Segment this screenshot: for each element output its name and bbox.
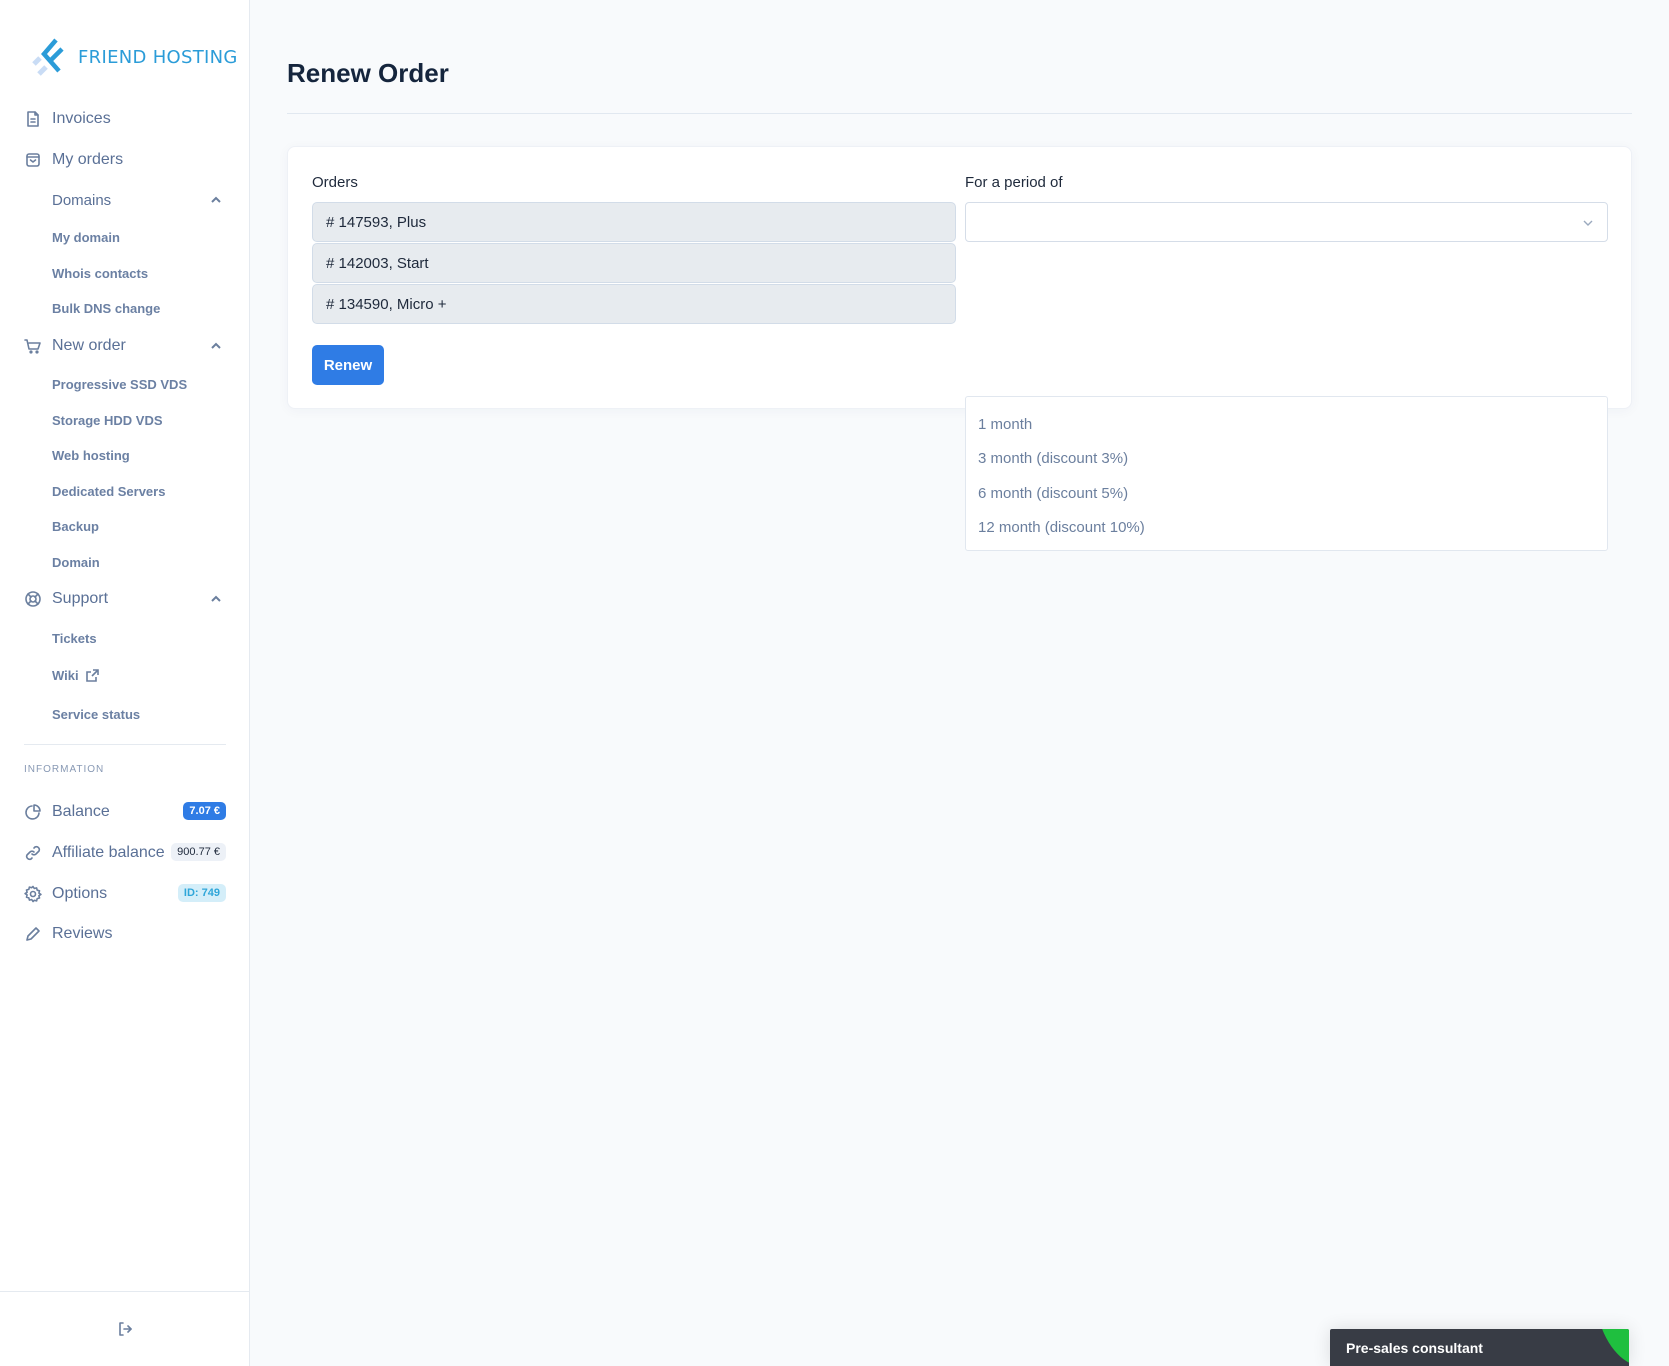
sidebar-item-label: Balance xyxy=(52,803,110,820)
chat-widget[interactable]: Pre-sales consultant xyxy=(1330,1329,1629,1366)
chevron-up-icon[interactable] xyxy=(210,592,222,604)
sidebar-footer xyxy=(0,1291,249,1366)
sidebar-item-bulk-dns-change[interactable]: Bulk DNS change xyxy=(52,294,226,322)
sidebar-item-tickets[interactable]: Tickets xyxy=(52,624,226,652)
chat-widget-label: Pre-sales consultant xyxy=(1346,1340,1483,1356)
gear-icon xyxy=(24,885,42,903)
header-divider xyxy=(287,113,1632,114)
logout-icon[interactable] xyxy=(116,1320,134,1338)
sidebar: FRIEND HOSTING Invoices My orders Domain… xyxy=(0,0,250,1366)
sidebar-item-label: Bulk DNS change xyxy=(52,300,161,316)
order-option[interactable]: # 142003, Start xyxy=(312,243,956,283)
sidebar-item-service-status[interactable]: Service status xyxy=(52,700,226,728)
sidebar-item-label: Support xyxy=(52,590,109,607)
sidebar-item-label: Service status xyxy=(52,706,141,722)
sidebar-group-support[interactable]: Support xyxy=(24,585,226,613)
sidebar-item-label: Progressive SSD VDS xyxy=(52,376,188,392)
chevron-down-icon xyxy=(1581,216,1595,230)
sidebar-item-label: Options xyxy=(52,885,108,902)
bag-icon xyxy=(24,151,42,169)
sidebar-item-label: Affiliate balance xyxy=(52,844,165,861)
period-option[interactable]: 6 month (discount 5%) xyxy=(966,476,1607,511)
lifebuoy-icon xyxy=(24,590,42,608)
sidebar-item-progressive-ssd-vds[interactable]: Progressive SSD VDS xyxy=(52,370,226,398)
sidebar-item-label: Wiki xyxy=(52,667,79,683)
information-section-title: INFORMATION xyxy=(24,764,105,775)
sidebar-item-reviews[interactable]: Reviews xyxy=(24,920,226,948)
renew-order-form: Orders # 147593, Plus # 142003, Start # … xyxy=(287,146,1632,409)
sidebar-item-web-hosting[interactable]: Web hosting xyxy=(52,441,226,469)
friend-hosting-logo-icon xyxy=(32,38,64,76)
renew-button[interactable]: Renew xyxy=(312,345,384,385)
sidebar-item-label: Invoices xyxy=(52,110,111,127)
sidebar-item-my-orders[interactable]: My orders xyxy=(24,146,226,174)
sidebar-item-whois-contacts[interactable]: Whois contacts xyxy=(52,259,226,287)
logo[interactable]: FRIEND HOSTING xyxy=(26,32,238,82)
sidebar-item-label: Domains xyxy=(52,191,112,209)
sidebar-item-affiliate-balance[interactable]: Affiliate balance 900.77 € xyxy=(24,839,226,867)
sidebar-item-label: Backup xyxy=(52,518,99,534)
sidebar-group-domains[interactable]: Domains xyxy=(52,186,226,214)
sidebar-item-label: Web hosting xyxy=(52,447,130,463)
brand-name: FRIEND HOSTING xyxy=(78,46,238,68)
order-option[interactable]: # 147593, Plus xyxy=(312,202,956,242)
balance-badge: 7.07 € xyxy=(183,802,226,820)
affiliate-balance-badge: 900.77 € xyxy=(171,843,226,861)
sidebar-item-options[interactable]: Options ID: 749 xyxy=(24,880,226,908)
sidebar-item-dedicated-servers[interactable]: Dedicated Servers xyxy=(52,477,226,505)
document-icon xyxy=(24,110,42,128)
period-dropdown: 1 month 3 month (discount 3%) 6 month (d… xyxy=(965,396,1608,551)
period-option[interactable]: 3 month (discount 3%) xyxy=(966,442,1607,477)
sidebar-item-domain[interactable]: Domain xyxy=(52,548,226,576)
sidebar-divider xyxy=(24,744,226,745)
sidebar-item-label: My orders xyxy=(52,151,124,168)
orders-multiselect[interactable]: # 147593, Plus # 142003, Start # 134590,… xyxy=(312,202,956,325)
page-title: Renew Order xyxy=(287,58,449,88)
online-status-icon xyxy=(1600,1329,1629,1366)
sidebar-item-label: New order xyxy=(52,337,126,354)
orders-label: Orders xyxy=(312,174,358,191)
period-option[interactable]: 12 month (discount 10%) xyxy=(966,511,1607,546)
sidebar-item-label: Dedicated Servers xyxy=(52,483,166,499)
sidebar-item-label: Storage HDD VDS xyxy=(52,412,163,428)
sidebar-item-balance[interactable]: Balance 7.07 € xyxy=(24,798,226,826)
sidebar-item-invoices[interactable]: Invoices xyxy=(24,105,226,133)
user-id-badge: ID: 749 xyxy=(177,884,226,902)
sidebar-item-label: Whois contacts xyxy=(52,265,149,281)
period-select[interactable] xyxy=(965,202,1608,242)
external-link-icon xyxy=(85,668,100,683)
sidebar-item-label: My domain xyxy=(52,229,120,245)
cart-icon xyxy=(24,337,42,355)
sidebar-item-label: Reviews xyxy=(52,925,113,942)
sidebar-item-wiki[interactable]: Wiki xyxy=(52,661,226,689)
chevron-up-icon[interactable] xyxy=(210,339,222,351)
pencil-icon xyxy=(24,925,42,943)
link-icon xyxy=(24,844,42,862)
order-option[interactable]: # 134590, Micro + xyxy=(312,284,956,324)
period-option[interactable]: 1 month xyxy=(966,407,1607,442)
sidebar-item-label: Tickets xyxy=(52,630,97,646)
sidebar-item-label: Domain xyxy=(52,554,100,570)
sidebar-item-backup[interactable]: Backup xyxy=(52,512,226,540)
sidebar-item-my-domain[interactable]: My domain xyxy=(52,223,226,251)
period-label: For a period of xyxy=(965,174,1063,191)
pie-chart-icon xyxy=(24,803,42,821)
sidebar-group-new-order[interactable]: New order xyxy=(24,332,226,360)
sidebar-item-storage-hdd-vds[interactable]: Storage HDD VDS xyxy=(52,406,226,434)
chevron-up-icon[interactable] xyxy=(210,193,222,205)
